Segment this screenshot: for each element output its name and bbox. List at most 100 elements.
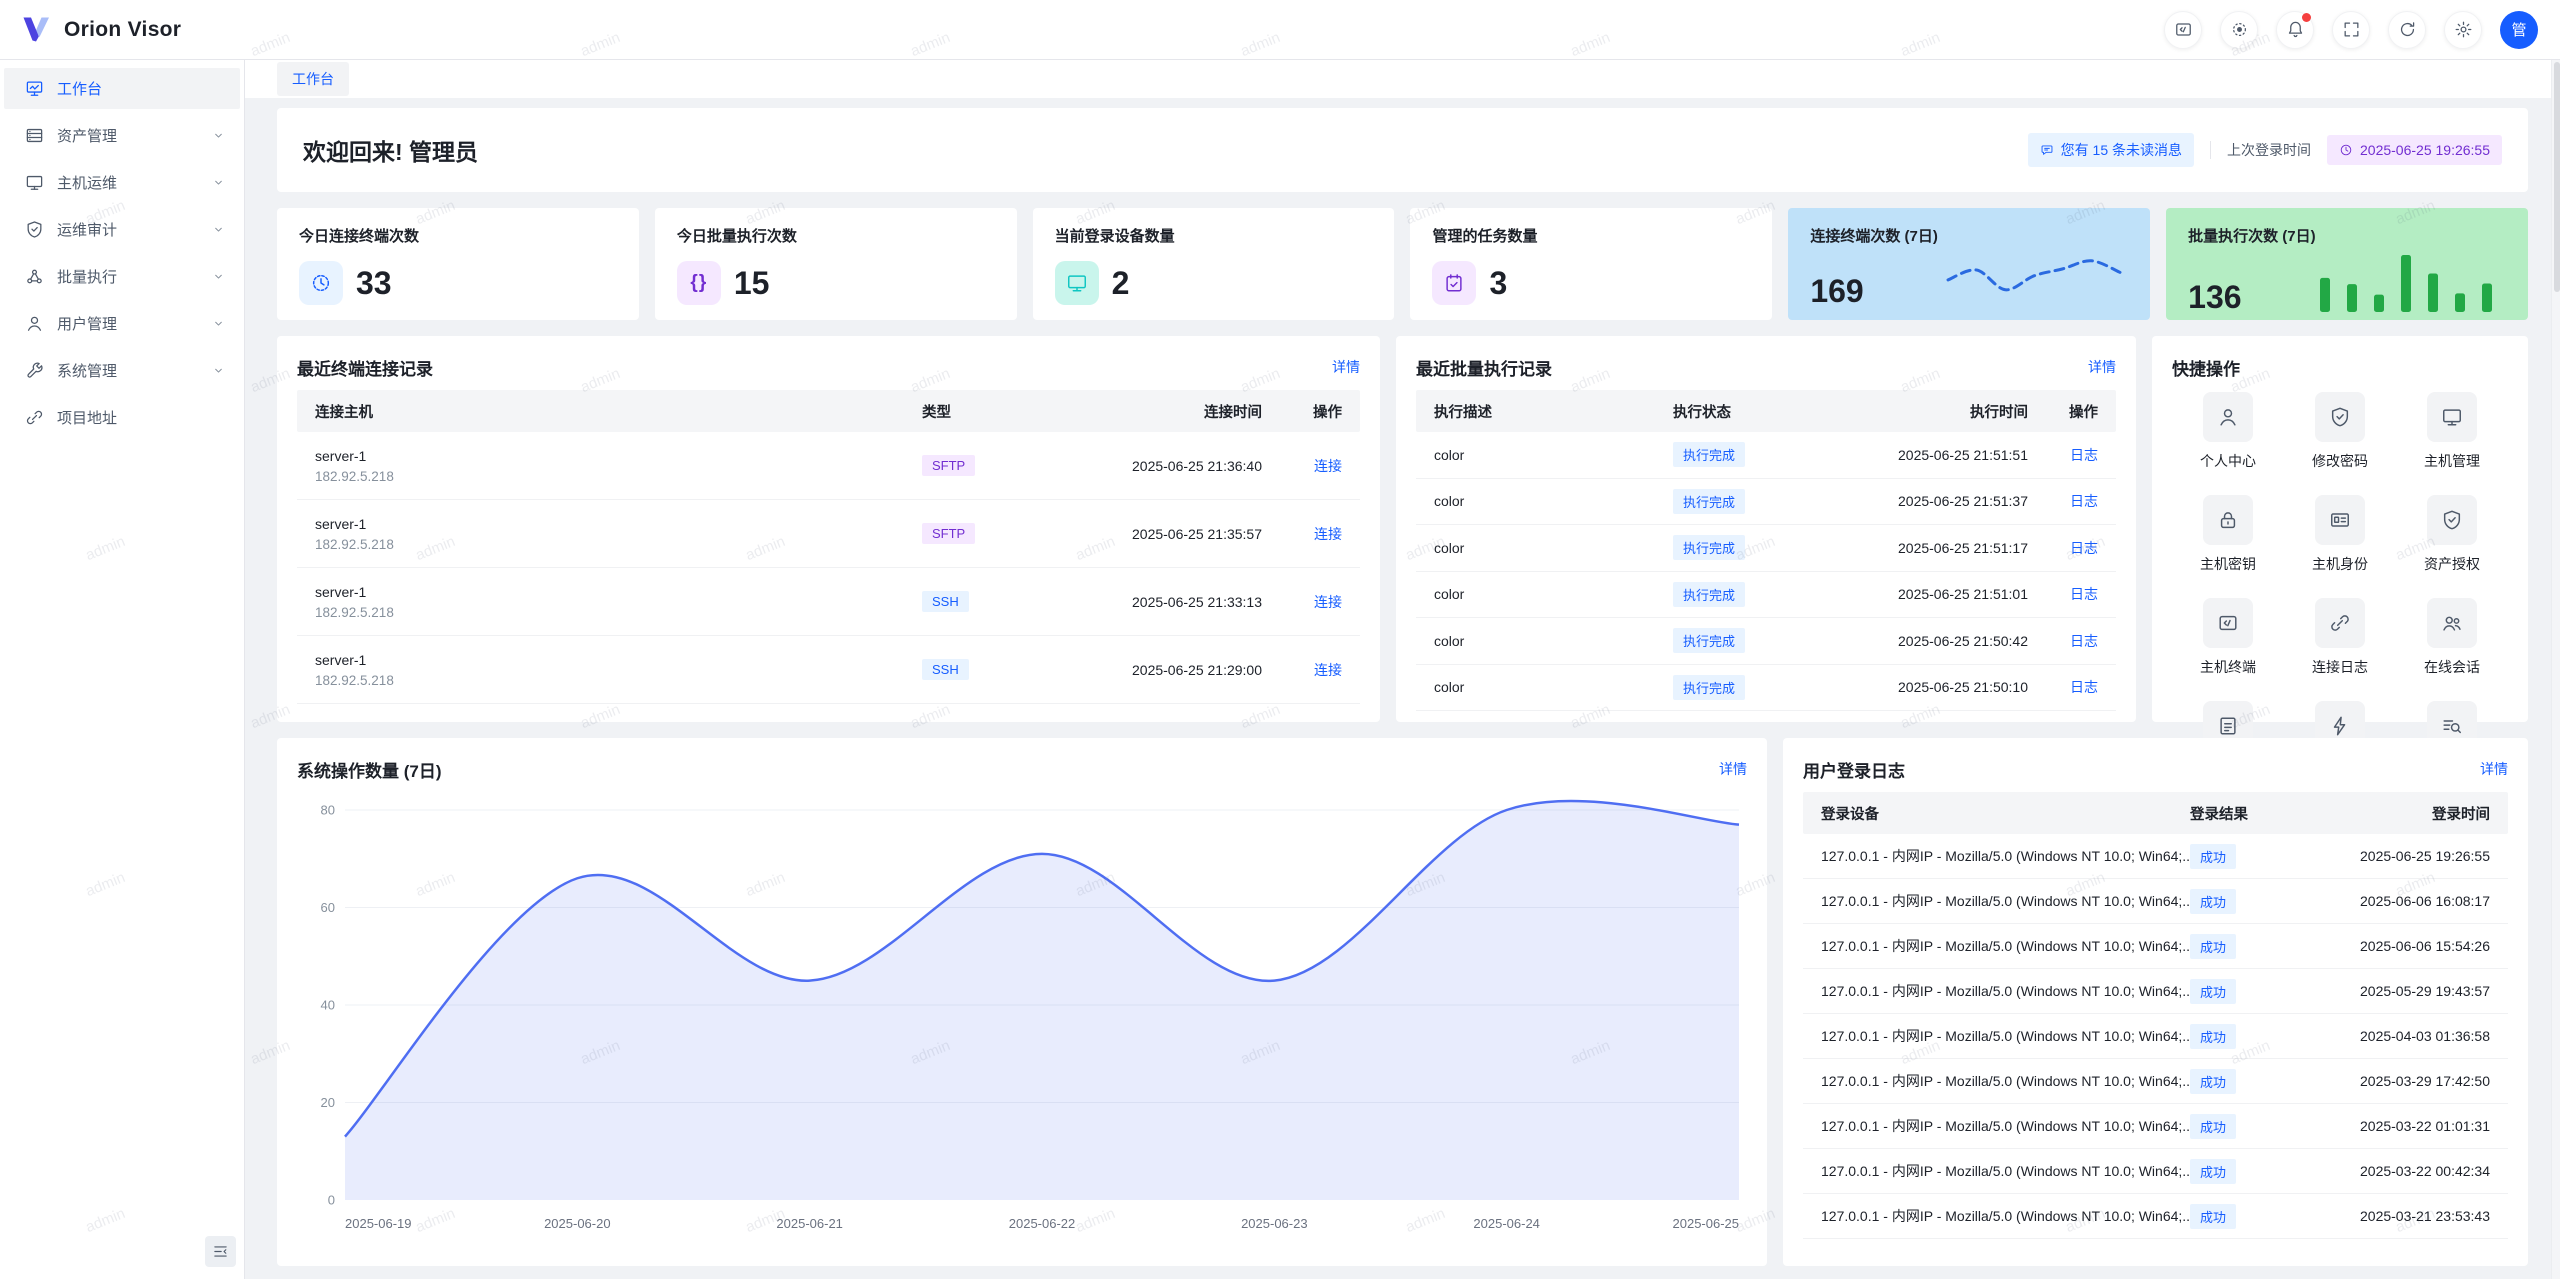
log-link[interactable]: 日志	[2070, 540, 2098, 556]
host-name: server-1	[315, 652, 922, 668]
sidebar: 工作台 资产管理 主机运维 运维审计 批量执行	[0, 60, 245, 1279]
chevron-down-icon	[211, 316, 226, 331]
table-row: 127.0.0.1 - 内网IP - Mozilla/5.0 (Windows …	[1803, 1194, 2508, 1239]
status-badge: 执行完成	[1673, 675, 1745, 700]
exec-desc: color	[1434, 540, 1673, 556]
exec-time: 2025-06-25 21:50:42	[1823, 633, 2028, 649]
sidebar-collapse-button[interactable]	[205, 1236, 236, 1267]
login-time: 2025-04-03 01:36:58	[2300, 1028, 2490, 1044]
user-icon	[2203, 392, 2253, 442]
svg-text:40: 40	[321, 998, 335, 1013]
brand-name: Orion Visor	[64, 18, 181, 42]
quick-action-host-terminal[interactable]: 主机终端	[2172, 598, 2284, 677]
table-row: server-1182.92.5.218 SSH 2025-06-25 21:2…	[297, 636, 1360, 704]
host-ip: 182.92.5.218	[315, 673, 922, 688]
assets-icon	[25, 126, 44, 145]
quick-action-personal-center[interactable]: 个人中心	[2172, 392, 2284, 471]
stat-label: 今日批量执行次数	[677, 225, 995, 246]
content: 欢迎回来! 管理员 您有 15 条未读消息 上次登录时间 2025-06-25 …	[245, 98, 2560, 1279]
sidebar-item-project-url[interactable]: 项目地址	[4, 397, 240, 438]
quick-action-connect-logs[interactable]: 连接日志	[2284, 598, 2396, 677]
login-device: 127.0.0.1 - 内网IP - Mozilla/5.0 (Windows …	[1821, 846, 2190, 866]
exec-time: 2025-06-25 21:51:17	[1823, 540, 2028, 556]
sidebar-item-workbench[interactable]: 工作台	[4, 68, 240, 109]
log-link[interactable]: 日志	[2070, 493, 2098, 509]
result-badge: 成功	[2190, 979, 2236, 1004]
stat-card-managed-tasks: 管理的任务数量 3	[1410, 208, 1772, 320]
last-login-time: 2025-06-25 19:26:55	[2360, 142, 2490, 158]
sidebar-item-label: 项目地址	[57, 407, 226, 428]
sidebar-item-label: 工作台	[57, 78, 226, 99]
login-time: 2025-05-29 19:43:57	[2300, 983, 2490, 999]
message-icon	[2040, 143, 2054, 157]
col-desc: 执行描述	[1434, 401, 1673, 422]
login-logs-detail-link[interactable]: 详情	[2480, 759, 2508, 779]
login-device: 127.0.0.1 - 内网IP - Mozilla/5.0 (Windows …	[1821, 1161, 2190, 1181]
connect-link[interactable]: 连接	[1314, 458, 1342, 474]
connect-link[interactable]: 连接	[1314, 526, 1342, 542]
user-avatar[interactable]: 管	[2500, 11, 2538, 49]
sidebar-item-host-ops[interactable]: 主机运维	[4, 162, 240, 203]
chevron-down-icon	[211, 269, 226, 284]
panel-title: 最近终端连接记录	[297, 355, 433, 380]
terminal-records-detail-link[interactable]: 详情	[1332, 357, 1360, 377]
sidebar-item-batch-exec[interactable]: 批量执行	[4, 256, 240, 297]
exec-desc: color	[1434, 493, 1673, 509]
type-badge: SFTP	[922, 523, 975, 544]
chevron-down-icon	[211, 128, 226, 143]
user-icon	[25, 314, 44, 333]
login-device: 127.0.0.1 - 内网IP - Mozilla/5.0 (Windows …	[1821, 1116, 2190, 1136]
system-ops-area-chart: 0204060802025-06-192025-06-202025-06-212…	[297, 792, 1747, 1250]
host-name: server-1	[315, 584, 922, 600]
stat-value: 136	[2188, 279, 2241, 316]
fullscreen-button[interactable]	[2332, 11, 2370, 49]
panel-title: 快捷操作	[2172, 355, 2240, 380]
sidebar-item-system-mgmt[interactable]: 系统管理	[4, 350, 240, 391]
quick-action-host-mgmt[interactable]: 主机管理	[2396, 392, 2508, 471]
refresh-button[interactable]	[2388, 11, 2426, 49]
svg-text:2025-06-23: 2025-06-23	[1241, 1216, 1308, 1231]
sidebar-item-user-mgmt[interactable]: 用户管理	[4, 303, 240, 344]
settings-button[interactable]	[2444, 11, 2482, 49]
topbar: Orion Visor 管	[0, 0, 2560, 60]
scrollbar-thumb[interactable]	[2554, 62, 2560, 292]
svg-text:2025-06-25: 2025-06-25	[1673, 1216, 1740, 1231]
audit-shield-icon	[25, 220, 44, 239]
quick-action-asset-auth[interactable]: 资产授权	[2396, 495, 2508, 574]
sidebar-item-assets[interactable]: 资产管理	[4, 115, 240, 156]
col-time: 执行时间	[1823, 401, 2028, 422]
main-area: 工作台 欢迎回来! 管理员 您有 15 条未读消息 上次登录时间	[245, 60, 2560, 1279]
stat-value: 3	[1489, 265, 1507, 302]
breadcrumb-workbench[interactable]: 工作台	[277, 62, 349, 96]
chevron-down-icon	[211, 222, 226, 237]
svg-text:0: 0	[328, 1193, 335, 1208]
quick-action-host-keys[interactable]: 主机密钥	[2172, 495, 2284, 574]
stat-label: 今日连接终端次数	[299, 225, 617, 246]
sidebar-item-audit[interactable]: 运维审计	[4, 209, 240, 250]
page-scrollbar[interactable]	[2551, 60, 2560, 1279]
theme-toggle-button[interactable]	[2220, 11, 2258, 49]
unread-messages-badge[interactable]: 您有 15 条未读消息	[2028, 133, 2194, 167]
log-link[interactable]: 日志	[2070, 679, 2098, 695]
quick-action-host-identity[interactable]: 主机身份	[2284, 495, 2396, 574]
connect-link[interactable]: 连接	[1314, 594, 1342, 610]
table-header: 连接主机 类型 连接时间 操作	[297, 390, 1360, 432]
batch-records-panel: 最近批量执行记录 详情 执行描述 执行状态 执行时间 操作 color	[1396, 336, 2136, 722]
log-link[interactable]: 日志	[2070, 586, 2098, 602]
api-code-button[interactable]	[2164, 11, 2202, 49]
chart-detail-link[interactable]: 详情	[1719, 759, 1747, 779]
shield-check-icon	[2427, 495, 2477, 545]
login-device: 127.0.0.1 - 内网IP - Mozilla/5.0 (Windows …	[1821, 1071, 2190, 1091]
svg-text:2025-06-20: 2025-06-20	[544, 1216, 611, 1231]
terminal-7d-sparkline	[1940, 246, 2128, 312]
notifications-button[interactable]	[2276, 11, 2314, 49]
quick-action-change-password[interactable]: 修改密码	[2284, 392, 2396, 471]
connect-link[interactable]: 连接	[1314, 662, 1342, 678]
monitor-icon	[2427, 392, 2477, 442]
log-link[interactable]: 日志	[2070, 447, 2098, 463]
result-badge: 成功	[2190, 1024, 2236, 1049]
quick-action-online-sessions[interactable]: 在线会话	[2396, 598, 2508, 677]
log-link[interactable]: 日志	[2070, 633, 2098, 649]
link-icon	[25, 408, 44, 427]
batch-records-detail-link[interactable]: 详情	[2088, 357, 2116, 377]
